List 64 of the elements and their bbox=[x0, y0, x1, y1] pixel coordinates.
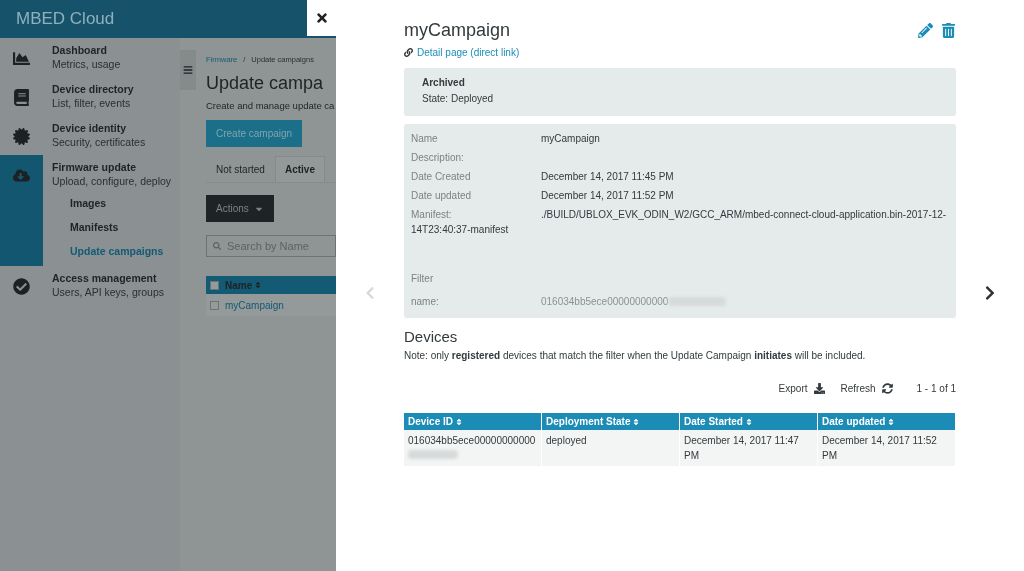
page-subtitle: Create and manage update ca bbox=[206, 100, 336, 111]
pagination-text: 1 - 1 of 1 bbox=[916, 383, 956, 394]
table-cell: 016034bb5ece00000000000 bbox=[408, 435, 536, 446]
note-text: Note: only registered devices that match the filter when the Update Campaign initiates will be included. bbox=[404, 350, 867, 361]
field-label: Description: bbox=[411, 151, 465, 165]
table-cell: December 14, 2017 11:47 PM bbox=[680, 430, 818, 466]
column-header[interactable]: Date Started bbox=[680, 413, 818, 430]
refresh-button[interactable]: Refresh bbox=[840, 383, 893, 394]
tab[interactable]: Active bbox=[274, 156, 325, 182]
table-cell: deployed bbox=[542, 430, 680, 466]
nav-item[interactable]: Dashboard Metrics, usage bbox=[43, 38, 180, 77]
create-campaign-button[interactable]: Create campaign bbox=[206, 120, 303, 147]
page-title: Update campa bbox=[206, 73, 325, 94]
link-icon bbox=[404, 48, 413, 57]
nav-item[interactable]: Device directory List, filter, events bbox=[43, 77, 180, 116]
select-all-checkbox[interactable] bbox=[210, 280, 219, 290]
edit-icon[interactable] bbox=[918, 23, 933, 38]
nav-item[interactable]: Access management Users, API keys, groups bbox=[43, 266, 180, 305]
sort-icon[interactable] bbox=[887, 417, 896, 426]
nav-item[interactable]: Firmware update Upload, configure, deploy Images Manifests Update campaigns bbox=[43, 155, 180, 266]
close-button[interactable] bbox=[307, 0, 336, 36]
campaign-title: myCampaign bbox=[404, 20, 511, 41]
menu-button[interactable] bbox=[180, 50, 196, 90]
sort-icon[interactable] bbox=[455, 417, 464, 426]
nav-item[interactable]: Device identity Security, certificates bbox=[43, 116, 180, 155]
filter-heading: Filter bbox=[411, 273, 435, 284]
field-label: Name bbox=[411, 132, 439, 146]
app-logo: MBED Cloud bbox=[16, 9, 115, 29]
nav-icon[interactable] bbox=[13, 128, 30, 145]
search-icon bbox=[213, 242, 221, 250]
nav-subitem[interactable]: Update campaigns bbox=[52, 237, 180, 261]
status-title: Archived bbox=[422, 77, 466, 88]
column-header[interactable]: Device ID bbox=[404, 413, 542, 430]
nav-icon[interactable] bbox=[13, 278, 30, 295]
redaction-blur bbox=[408, 450, 458, 459]
detail-link[interactable]: Detail page (direct link) bbox=[417, 47, 520, 58]
field-label: name: bbox=[411, 296, 440, 307]
field-value: myCampaign bbox=[541, 132, 600, 146]
table-cell: December 14, 2017 11:52 PM bbox=[818, 430, 956, 466]
nav-subitem[interactable]: Images bbox=[52, 189, 180, 213]
close-icon[interactable] bbox=[314, 11, 329, 25]
actions-button[interactable]: Actions bbox=[206, 195, 274, 222]
sort-icon[interactable] bbox=[632, 417, 641, 426]
status-state: State: Deployed bbox=[422, 93, 495, 104]
nav-subitem[interactable]: Manifests bbox=[52, 213, 180, 237]
field-label: Date updated bbox=[411, 189, 473, 203]
row-checkbox[interactable] bbox=[210, 300, 219, 310]
menu-icon[interactable] bbox=[183, 65, 193, 75]
sort-icon[interactable] bbox=[254, 281, 263, 289]
delete-icon[interactable] bbox=[941, 23, 956, 38]
export-button[interactable]: Export bbox=[778, 383, 825, 394]
nav-icon[interactable] bbox=[13, 89, 30, 106]
field-value: December 14, 2017 11:52 PM bbox=[541, 189, 674, 203]
download-icon[interactable] bbox=[813, 383, 825, 394]
column-header[interactable]: Date updated bbox=[818, 413, 956, 430]
tab[interactable]: Not started bbox=[206, 156, 275, 182]
nav-icon[interactable] bbox=[13, 50, 30, 67]
sort-icon[interactable] bbox=[744, 417, 753, 426]
field-value: December 14, 2017 11:45 PM bbox=[541, 170, 674, 184]
section-title: Devices bbox=[404, 328, 459, 345]
refresh-icon[interactable] bbox=[881, 383, 893, 394]
column-header[interactable]: Deployment State bbox=[542, 413, 680, 430]
field-label: Date Created bbox=[411, 170, 472, 184]
manifest-field: Manifest: ./BUILD/UBLOX_EVK_ODIN_W2/GCC_ARM/mbed-connect-cloud-application.bin-2017-12-14T23:40:37-manifest bbox=[411, 207, 949, 237]
